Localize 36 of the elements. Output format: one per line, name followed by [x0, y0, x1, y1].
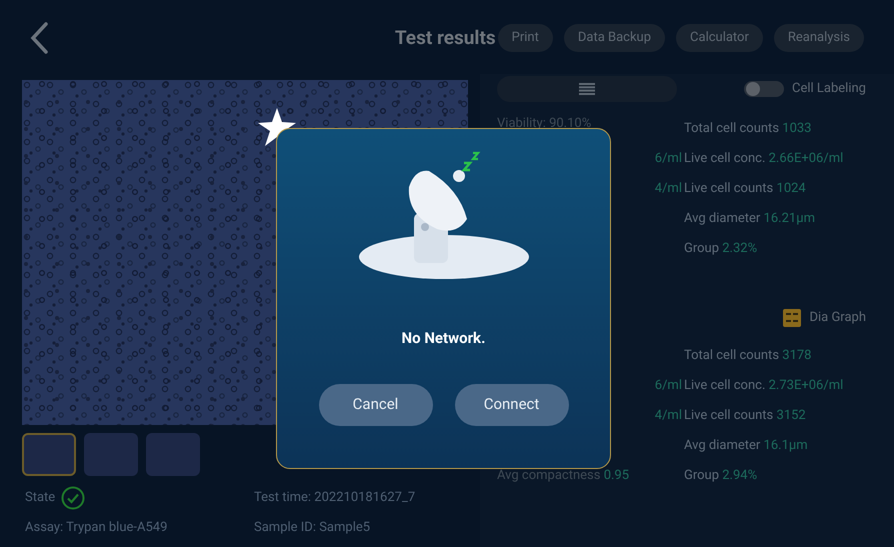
page-title: Test results	[394, 24, 496, 51]
stat-text: Group 2.94%	[684, 467, 758, 486]
stat-text: Total cell counts 1033	[684, 120, 812, 138]
stat-text: Live cell counts 1024	[684, 180, 806, 198]
dialog-button[interactable]: Cancel	[318, 384, 432, 426]
stat-text: Avg diameter 16.1µm	[684, 437, 808, 456]
toolbar-button[interactable]: Print	[498, 24, 553, 52]
thumbnail[interactable]	[146, 433, 200, 476]
dialog-message: No Network.	[402, 328, 486, 349]
stat-text: Group 2.32%	[684, 240, 758, 258]
thumbnail[interactable]	[22, 433, 76, 476]
assay-text: Assay: Trypan blue-A549	[25, 519, 168, 538]
stat-value: 4/ml	[654, 180, 682, 198]
back-icon[interactable]	[28, 21, 50, 55]
toggle-label: Cell Labeling	[792, 80, 866, 98]
sample-id: Sample ID: Sample5	[254, 519, 370, 538]
stat-value: 6/ml	[654, 150, 682, 168]
toggle-switch[interactable]	[744, 81, 784, 97]
list-icon	[579, 83, 595, 95]
stat-text: Avg diameter 16.21µm	[684, 210, 815, 228]
test-time: Test time: 202210181627_7	[254, 489, 416, 508]
stat-text: Live cell counts 3152	[684, 407, 806, 426]
dia-graph-label: Dia Graph	[809, 309, 866, 328]
toolbar-button[interactable]: Calculator	[676, 24, 763, 52]
dialog-button[interactable]: Connect	[454, 384, 568, 426]
list-view-button[interactable]	[497, 76, 677, 102]
stat-value: 6/ml	[654, 377, 682, 396]
stat-text: Total cell counts 3178	[684, 347, 812, 366]
stat-text: Live cell conc. 2.73E+06/ml	[684, 377, 844, 396]
toolbar-button[interactable]: Data Backup	[564, 24, 666, 52]
grid-icon[interactable]	[783, 309, 802, 327]
stat-value: 4/ml	[654, 407, 682, 426]
toolbar-button[interactable]: Reanalysis	[774, 24, 864, 52]
state-label: State	[25, 489, 56, 508]
stat-text: Live cell conc. 2.66E+06/ml	[684, 150, 844, 168]
thumbnail[interactable]	[84, 433, 138, 476]
